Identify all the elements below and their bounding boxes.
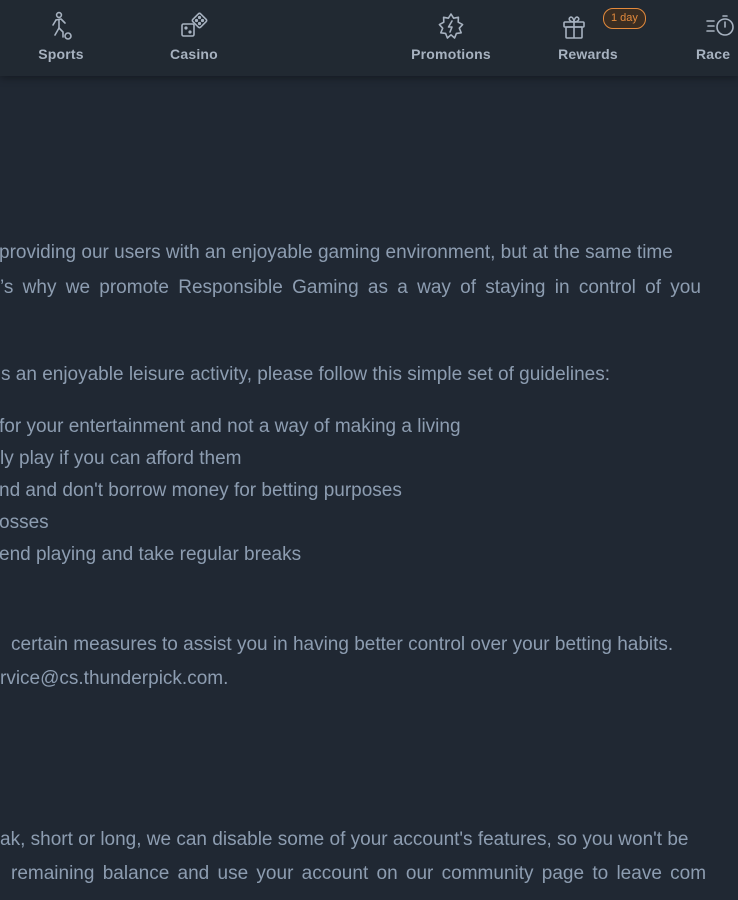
- gift-icon: [560, 11, 590, 41]
- intro-paragraph-line-2: ’s why we promote Responsible Gaming as …: [0, 277, 701, 298]
- break-paragraph-line-2: remaining balance and use your account o…: [11, 863, 707, 884]
- guideline-item: nd and don't borrow money for betting pu…: [0, 480, 402, 501]
- race-stopwatch-icon: [705, 11, 735, 41]
- break-paragraph-line-1: ak, short or long, we can disable some o…: [0, 829, 689, 850]
- nav-item-sports[interactable]: Sports: [6, 8, 116, 68]
- promotion-starburst-icon: [436, 11, 466, 41]
- nav-item-casino[interactable]: Casino: [139, 8, 249, 68]
- guideline-item: end playing and take regular breaks: [0, 544, 302, 565]
- support-email-link[interactable]: rvice@cs.thunderpick.com.: [0, 668, 228, 690]
- dice-icon: [179, 11, 209, 41]
- nav-item-promotions[interactable]: Promotions: [396, 8, 506, 68]
- top-navigation-bar: Sports Casino Promotions 1 day Rewards R…: [0, 0, 738, 76]
- guideline-item: for your entertainment and not a way of …: [0, 416, 461, 437]
- guidelines-intro: s an enjoyable leisure activity, please …: [1, 364, 611, 385]
- intro-paragraph-line-1: providing our users with an enjoyable ga…: [0, 242, 673, 263]
- nav-item-rewards[interactable]: 1 day Rewards: [533, 8, 646, 68]
- nav-label-rewards: Rewards: [558, 46, 618, 62]
- guideline-item: osses: [0, 512, 49, 533]
- nav-label-promotions: Promotions: [411, 46, 491, 62]
- nav-label-sports: Sports: [38, 46, 84, 62]
- responsible-gaming-content: providing our users with an enjoyable ga…: [0, 76, 738, 900]
- nav-item-race[interactable]: Race: [686, 8, 738, 68]
- measures-paragraph-line-1: certain measures to assist you in having…: [11, 634, 674, 655]
- guideline-item: ly play if you can afford them: [0, 448, 242, 469]
- nav-label-casino: Casino: [170, 46, 218, 62]
- nav-label-race: Race: [696, 46, 731, 62]
- soccer-player-icon: [46, 11, 76, 41]
- rewards-countdown-badge: 1 day: [603, 8, 646, 29]
